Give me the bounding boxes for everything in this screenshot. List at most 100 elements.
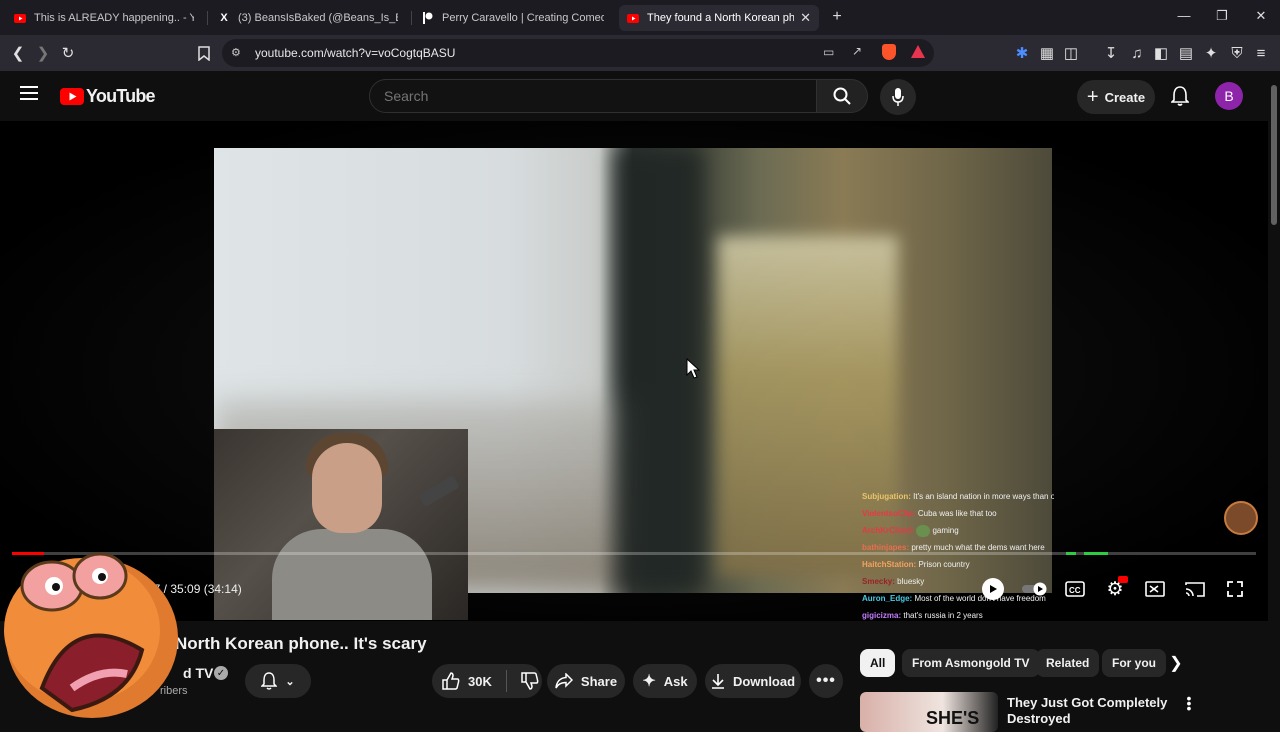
thumbnail-text: SHE'S	[926, 708, 980, 728]
recommendation-title[interactable]: They Just Got Completely Destroyed	[1007, 695, 1177, 727]
sponsorblock-icon[interactable]	[982, 578, 1004, 600]
wallet-icon[interactable]: ▤	[1176, 43, 1196, 63]
browser-tab[interactable]: Perry Caravello | Creating Comedy, V	[414, 5, 612, 31]
chat-line: HaitchStation: Prison country	[862, 560, 970, 569]
fullscreen-icon[interactable]	[1223, 578, 1247, 600]
create-label: Create	[1104, 89, 1146, 105]
plus-icon: +	[1086, 85, 1099, 108]
download-icon	[711, 674, 724, 689]
verified-badge-icon: ✓	[214, 666, 228, 680]
chapter-marker	[1066, 552, 1076, 555]
share-label: Share	[580, 673, 618, 689]
emote-sticker-icon	[4, 552, 178, 718]
chat-line: gigicizma: that's russia in 2 years	[862, 611, 983, 620]
autoplay-toggle[interactable]	[1022, 578, 1048, 600]
more-actions-button[interactable]: •••	[809, 664, 843, 698]
share-icon	[555, 673, 573, 689]
menu-icon[interactable]: ≡	[1251, 43, 1271, 63]
chip-related[interactable]: Related	[1036, 649, 1100, 677]
forward-icon[interactable]: ❯	[33, 43, 53, 63]
extensions-icon[interactable]: ▦	[1037, 43, 1057, 63]
sidebar-icon[interactable]: ◧	[1151, 43, 1171, 63]
back-icon[interactable]: ❮	[8, 43, 28, 63]
chat-line: Subjugation: It's an island nation in mo…	[862, 492, 1054, 501]
chip-all[interactable]: All	[860, 649, 896, 677]
recommendation-thumbnail[interactable]: SHE'S	[860, 692, 998, 732]
download-label: Download	[732, 673, 796, 689]
address-bar[interactable]: ⚙ youtube.com/watch?v=voCogtqBASU ▭ ↗	[222, 39, 934, 67]
youtube-header: YouTube + Create B	[0, 71, 1280, 121]
tab-title: (3) BeansIsBaked (@Beans_Is_Baked)	[238, 12, 398, 24]
download-button[interactable]: Download	[705, 664, 801, 698]
close-window-icon[interactable]: ✕	[1251, 8, 1271, 24]
browser-tab[interactable]: This is ALREADY happening.. - YouTu	[6, 5, 202, 31]
youtube-logo[interactable]: YouTube	[60, 86, 156, 107]
progress-bar[interactable]	[12, 552, 1256, 555]
search-box	[369, 79, 817, 113]
create-button[interactable]: + Create	[1077, 80, 1155, 114]
more-vertical-icon[interactable]: • • •	[1183, 691, 1195, 715]
tab-search-icon[interactable]: ◫	[1061, 43, 1081, 63]
ask-button[interactable]: ✦ Ask	[633, 664, 697, 698]
site-settings-icon[interactable]: ⚙	[231, 46, 241, 59]
x-favicon-icon: X	[220, 12, 228, 24]
emote-icon	[916, 524, 931, 537]
cast-icon[interactable]	[1183, 578, 1207, 600]
vpn-icon[interactable]: ✱	[1012, 43, 1032, 63]
chat-line: ViolentsoClip: Cuba was like that too	[862, 509, 997, 518]
microphone-icon	[892, 88, 904, 106]
more-horizontal-icon: •••	[816, 672, 836, 689]
miniplayer-icon[interactable]	[1143, 578, 1167, 600]
tab-title: They found a North Korean phon	[647, 12, 795, 24]
tab-title: This is ALREADY happening.. - YouTu	[34, 12, 194, 24]
search-input[interactable]	[384, 88, 784, 104]
voice-search-button[interactable]	[880, 79, 916, 115]
chip-for-you[interactable]: For you	[1102, 649, 1166, 677]
stream-chat-overlay: Subjugation: It's an island nation in mo…	[862, 488, 1054, 624]
share-page-icon[interactable]: ↗	[852, 44, 862, 58]
brave-rewards-icon[interactable]	[911, 45, 925, 63]
chapter-marker	[1084, 552, 1108, 555]
chevron-down-icon: ⌄	[285, 675, 295, 688]
browser-tab-active[interactable]: They found a North Korean phon ✕	[619, 5, 819, 31]
settings-gear-icon[interactable]: ⚙	[1103, 576, 1128, 600]
channel-name[interactable]: d TV	[183, 665, 213, 681]
youtube-logo-text: YouTube	[86, 86, 156, 106]
minimize-icon[interactable]: —	[1174, 8, 1194, 23]
browser-tab-strip: This is ALREADY happening.. - YouTu X (3…	[0, 0, 1280, 35]
new-tab-button[interactable]: +	[827, 8, 847, 26]
search-button[interactable]	[816, 79, 868, 113]
page-scrollbar[interactable]	[1268, 71, 1280, 720]
share-button[interactable]: Share	[547, 664, 625, 698]
like-button[interactable]: 30K	[442, 672, 492, 690]
media-icon[interactable]: ♫	[1127, 43, 1147, 63]
install-app-icon[interactable]: ▭	[823, 45, 834, 59]
account-avatar[interactable]: B	[1215, 82, 1243, 110]
patreon-favicon-icon	[422, 12, 434, 24]
scrollbar-thumb[interactable]	[1271, 85, 1277, 225]
mouse-cursor-icon	[686, 358, 700, 379]
thumbs-down-icon	[521, 672, 539, 690]
chat-line: ArchKrClloid: gaming	[862, 524, 959, 537]
browser-toolbar: ❮ ❯ ↻ ⚙ youtube.com/watch?v=voCogtqBASU …	[0, 35, 1280, 71]
notifications-bell-icon[interactable]	[1170, 86, 1190, 111]
notification-bell-button[interactable]: ⌄	[245, 664, 311, 698]
browser-tab[interactable]: X (3) BeansIsBaked (@Beans_Is_Baked)	[210, 5, 406, 31]
youtube-favicon-icon	[14, 12, 26, 24]
restore-icon[interactable]: ❐	[1212, 8, 1232, 24]
hamburger-menu-icon[interactable]	[20, 86, 38, 105]
reload-icon[interactable]: ↻	[58, 43, 78, 63]
bookmark-icon[interactable]	[194, 43, 214, 63]
close-tab-icon[interactable]: ✕	[800, 10, 811, 26]
captions-icon[interactable]: CC	[1063, 578, 1087, 600]
like-count: 30K	[468, 673, 492, 689]
like-dislike-group: 30K	[432, 664, 542, 698]
brave-shields-icon[interactable]	[882, 44, 896, 60]
download-icon[interactable]: ↧	[1101, 43, 1121, 63]
dislike-button[interactable]	[521, 672, 539, 690]
channel-watermark[interactable]	[1224, 501, 1258, 535]
vpn-shield-icon[interactable]: ⛨	[1227, 43, 1247, 63]
leo-ai-icon[interactable]: ✦	[1201, 43, 1221, 63]
chevron-right-icon[interactable]: ❯	[1166, 653, 1186, 673]
chip-from-channel[interactable]: From Asmongold TV	[902, 649, 1040, 677]
